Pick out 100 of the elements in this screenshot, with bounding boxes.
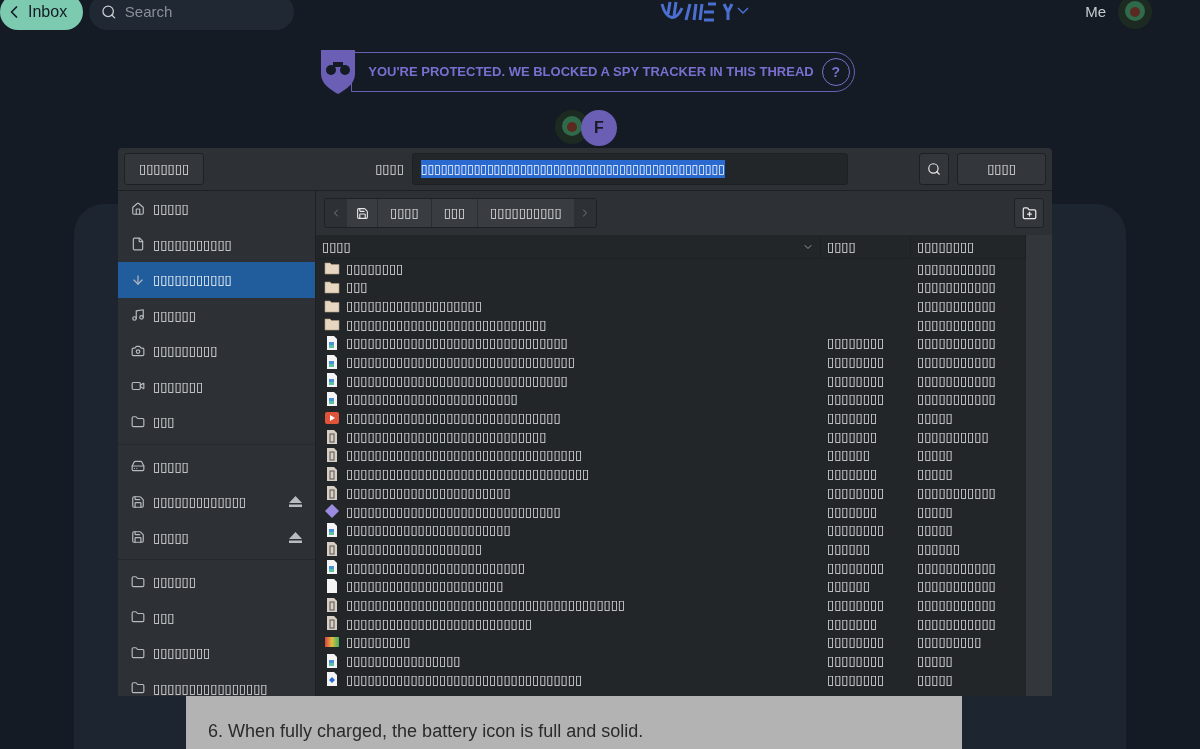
file-name[interactable]: ▯▯▯▯▯▯▯▯▯ xyxy=(346,632,411,652)
file-name[interactable]: ▯▯▯▯▯▯▯▯▯▯▯▯▯▯▯▯▯▯▯▯▯▯▯▯▯▯▯▯ xyxy=(346,314,547,335)
search-button[interactable] xyxy=(919,153,949,185)
file-modified: ▯▯▯▯▯▯▯▯▯▯▯ xyxy=(917,372,996,388)
sidebar-item[interactable]: ▯▯▯▯▯▯▯ xyxy=(118,368,315,404)
file-modified: ▯▯▯▯▯ xyxy=(917,671,953,687)
file-modified: ▯▯▯▯▯▯▯▯▯▯▯ xyxy=(917,391,996,407)
file-name[interactable]: ▯▯▯▯▯▯▯▯▯▯▯▯▯▯▯▯▯▯▯▯▯▯▯ xyxy=(346,482,511,503)
document-icon xyxy=(324,671,340,688)
folder-icon xyxy=(324,260,340,277)
sidebar-item[interactable]: ▯▯▯▯▯▯ xyxy=(118,297,315,333)
file-name[interactable]: ▯▯▯▯▯▯▯▯▯▯▯▯▯▯▯▯▯▯▯▯▯▯▯▯▯▯▯▯▯▯ xyxy=(346,501,561,522)
file-modified: ▯▯▯▯▯▯▯▯▯▯▯ xyxy=(917,260,996,276)
file-size: ▯▯▯▯▯▯▯▯ xyxy=(827,335,885,351)
file-name[interactable]: ▯▯▯▯▯▯▯▯▯▯▯▯▯▯▯▯▯▯▯▯▯▯▯▯▯▯▯▯▯▯▯ xyxy=(346,333,568,353)
file-name[interactable]: ▯▯▯▯▯▯▯▯▯▯▯▯▯▯▯▯▯▯▯▯▯▯▯▯▯ xyxy=(346,557,525,578)
image-file-icon xyxy=(324,372,340,389)
image-file-icon xyxy=(324,391,340,408)
document-icon xyxy=(131,237,145,252)
path-button[interactable]: ▯▯▯▯▯▯▯▯▯▯ xyxy=(477,199,574,227)
file-modified: ▯▯▯▯▯ xyxy=(917,466,953,482)
banner-text: YOU'RE PROTECTED. WE BLOCKED A SPY TRACKER IN THIS THREAD xyxy=(368,63,814,82)
file-size: ▯▯▯▯▯▯▯▯ xyxy=(827,522,885,538)
file-name[interactable]: ▯▯▯▯▯▯▯▯ xyxy=(346,258,404,279)
file-size: ▯▯▯▯▯▯ xyxy=(827,447,870,463)
file-modified: ▯▯▯▯▯▯▯▯▯▯ xyxy=(917,428,989,444)
file-size: ▯▯▯▯▯▯▯ xyxy=(827,466,878,482)
file-name[interactable]: ▯▯▯▯▯▯▯▯▯▯▯▯▯▯▯▯▯▯▯▯▯▯▯ xyxy=(346,520,511,540)
file-name[interactable]: ▯▯▯▯▯▯▯▯▯▯▯▯▯▯▯▯▯▯▯▯▯▯▯▯▯▯▯▯▯▯▯▯▯ xyxy=(346,669,583,690)
file-modified: ▯▯▯▯▯▯▯▯▯▯▯ xyxy=(917,335,996,351)
path-button[interactable]: ▯▯▯ xyxy=(430,199,478,227)
image-file-icon xyxy=(324,521,340,538)
sidebar-item[interactable]: ▯▯▯▯▯▯▯▯▯▯▯▯▯▯▯▯ xyxy=(118,670,315,696)
folder-icon xyxy=(131,414,145,429)
file-name[interactable]: ▯▯▯▯▯▯▯▯▯▯▯▯▯▯▯▯ xyxy=(346,651,461,671)
sidebar-item[interactable]: ▯▯▯▯▯ xyxy=(118,191,315,227)
sidebar-item[interactable]: ▯▯▯▯▯▯▯▯ xyxy=(118,635,315,671)
file-modified: ▯▯▯▯▯▯▯▯▯▯▯ xyxy=(917,596,996,612)
file-size: ▯▯▯▯▯▯▯ xyxy=(827,615,878,631)
sidebar-item[interactable]: ▯▯▯▯▯▯▯▯▯▯▯ xyxy=(118,226,315,262)
file-size: ▯▯▯▯▯▯▯▯ xyxy=(827,559,885,575)
new-folder-button[interactable] xyxy=(1014,198,1044,228)
file-modified: ▯▯▯▯▯ xyxy=(917,653,953,669)
file-name[interactable]: ▯▯▯▯▯▯▯▯▯▯▯▯▯▯▯▯▯▯▯ xyxy=(346,538,482,559)
user-label[interactable]: Me xyxy=(1085,0,1106,24)
column-header[interactable]: ▯▯▯▯ xyxy=(316,235,821,258)
sidebar-item[interactable]: ▯▯▯ xyxy=(118,599,315,635)
file-name[interactable]: ▯▯▯▯▯▯▯▯▯▯▯▯▯▯▯▯▯▯▯▯▯▯▯▯▯▯▯▯▯▯▯▯ xyxy=(346,352,575,372)
sidebar-item[interactable]: ▯▯▯▯▯▯▯▯▯▯▯▯▯ xyxy=(118,484,315,520)
file-size: ▯▯▯▯▯▯ xyxy=(827,578,870,594)
file-name[interactable]: ▯▯▯▯▯▯▯▯▯▯▯▯▯▯▯▯▯▯▯▯▯▯▯▯▯▯▯▯▯▯▯▯▯▯ xyxy=(346,464,590,484)
file-name[interactable]: ▯▯▯▯▯▯▯▯▯▯▯▯▯▯▯▯▯▯▯▯▯▯▯▯▯▯ xyxy=(346,613,532,634)
cancel-button[interactable]: ▯▯▯▯▯▯▯ xyxy=(124,153,205,185)
save-button[interactable]: ▯▯▯▯ xyxy=(957,153,1046,185)
archive-file-icon xyxy=(324,596,340,613)
file-name[interactable]: ▯▯▯▯▯▯▯▯▯▯▯▯▯▯▯▯▯▯▯▯▯▯▯▯ xyxy=(346,389,518,409)
archive-file-icon xyxy=(324,484,340,501)
blank-file-icon xyxy=(324,578,340,595)
archive-file-icon xyxy=(324,615,340,632)
avatar[interactable] xyxy=(1118,0,1152,29)
folder-icon xyxy=(131,681,145,696)
sidebar-item[interactable]: ▯▯▯ xyxy=(118,404,315,440)
search-input[interactable]: Search xyxy=(124,0,283,24)
file-modified: ▯▯▯▯▯▯▯▯▯▯▯ xyxy=(917,279,996,295)
message-text: 6. When fully charged, the battery icon is full and solid. xyxy=(208,720,645,743)
sidebar-item[interactable]: ▯▯▯▯▯ xyxy=(118,448,315,484)
file-size: ▯▯▯▯▯▯▯ xyxy=(827,503,878,519)
file-name[interactable]: ▯▯▯▯▯▯▯▯▯▯▯▯▯▯▯▯▯▯▯▯▯▯▯▯▯▯▯▯ xyxy=(346,426,547,447)
eject-icon[interactable] xyxy=(289,496,302,508)
file-name[interactable]: ▯▯▯▯▯▯▯▯▯▯▯▯▯▯▯▯▯▯▯▯▯▯▯▯▯▯▯▯▯▯▯▯▯▯▯▯▯▯▯ xyxy=(346,594,625,615)
path-button[interactable]: ▯▯▯▯ xyxy=(377,199,431,227)
sidebar-item[interactable]: ▯▯▯▯▯▯ xyxy=(118,564,315,600)
scrollbar[interactable] xyxy=(1026,235,1052,696)
image-file-icon xyxy=(324,353,340,370)
file-size: ▯▯▯▯▯▯▯▯ xyxy=(827,484,885,500)
filename-field[interactable]: ▯▯▯▯▯▯▯▯▯▯▯▯▯▯▯▯▯▯▯▯▯▯▯▯▯▯▯▯▯▯▯▯▯▯▯▯▯▯▯▯▯▯▯▯▯▯ xyxy=(411,153,848,185)
file-name[interactable]: ▯▯▯▯▯▯▯▯▯▯▯▯▯▯▯▯▯▯▯▯▯▯▯▯▯▯▯▯▯▯▯ xyxy=(346,370,568,391)
path-drive-button[interactable] xyxy=(347,199,377,227)
search-field[interactable]: Search xyxy=(89,0,295,30)
sidebar-item[interactable]: ▯▯▯▯▯▯▯▯▯ xyxy=(118,333,315,369)
file-name[interactable]: ▯▯▯▯▯▯▯▯▯▯▯▯▯▯▯▯▯▯▯▯▯▯▯▯▯▯▯▯▯▯▯▯▯ xyxy=(346,445,583,465)
logo-icon[interactable] xyxy=(659,0,750,24)
name-label: ▯▯▯▯ xyxy=(375,160,404,179)
back-button[interactable]: Inbox xyxy=(0,0,84,30)
column-header[interactable]: ▯▯▯▯ xyxy=(821,235,911,258)
file-name[interactable]: ▯▯▯▯▯▯▯▯▯▯▯▯▯▯▯▯▯▯▯▯▯▯ xyxy=(346,576,504,596)
camera-icon xyxy=(131,343,145,358)
image-file-icon xyxy=(324,652,340,669)
file-size: ▯▯▯▯▯▯▯▯ xyxy=(827,391,885,407)
sidebar-item[interactable]: ▯▯▯▯▯▯▯▯▯▯▯ xyxy=(118,262,315,298)
video-file-icon xyxy=(324,409,340,426)
eject-icon[interactable] xyxy=(289,531,302,543)
file-name[interactable]: ▯▯▯▯▯▯▯▯▯▯▯▯▯▯▯▯▯▯▯ xyxy=(346,295,482,316)
file-name[interactable]: ▯▯▯▯▯▯▯▯▯▯▯▯▯▯▯▯▯▯▯▯▯▯▯▯▯▯▯▯▯▯ xyxy=(346,408,561,428)
diamond-icon xyxy=(324,503,340,520)
sidebar-item[interactable]: ▯▯▯▯▯ xyxy=(118,519,315,555)
file-modified: ▯▯▯▯▯▯▯▯▯▯▯ xyxy=(917,484,996,500)
folder-icon xyxy=(131,574,145,589)
folder-icon xyxy=(131,610,145,625)
file-name[interactable]: ▯▯▯ xyxy=(346,277,368,297)
